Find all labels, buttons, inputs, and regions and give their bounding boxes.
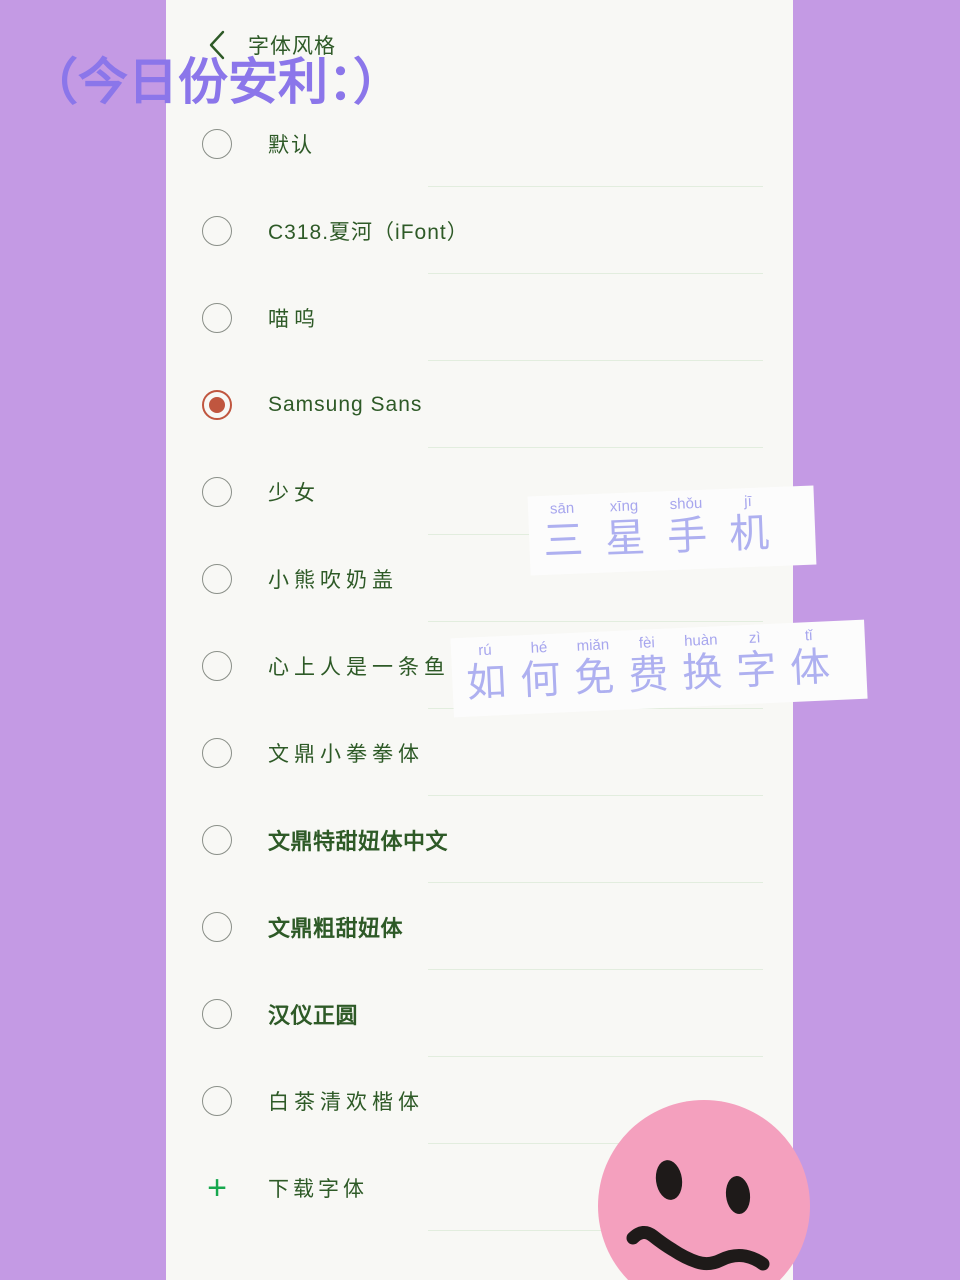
pinyin-cell: miǎn 免	[573, 636, 616, 701]
pinyin-text: zì	[748, 629, 761, 647]
hanzi-text: 三	[542, 517, 585, 564]
font-list-item[interactable]: 汉仪正圆	[166, 970, 793, 1057]
hanzi-text: 机	[728, 510, 771, 557]
font-list-item-label: 文鼎粗甜妞体	[268, 915, 404, 941]
font-list-item-label: Samsung Sans	[268, 392, 423, 416]
pinyin-row: sān 三 xīng 星 shǒu 手 jī 机	[542, 492, 792, 564]
pinyin-cell: huàn 换	[680, 631, 724, 696]
pinyin-cell: zì 字	[734, 629, 778, 694]
pinyin-text: sān	[549, 499, 575, 518]
pinyin-text: hé	[530, 639, 548, 657]
radio-unselected-icon[interactable]	[202, 215, 232, 246]
hanzi-text: 费	[627, 652, 670, 698]
font-list-item-label: 汉仪正圆	[268, 1002, 359, 1028]
radio-unselected-icon[interactable]	[202, 911, 232, 942]
font-list-item[interactable]: 文鼎粗甜妞体	[166, 883, 793, 970]
radio-unselected-icon[interactable]	[202, 563, 232, 594]
radio-unselected-icon[interactable]	[202, 302, 232, 333]
font-list-item[interactable]: Samsung Sans	[166, 361, 793, 448]
radio-unselected-icon[interactable]	[202, 1085, 232, 1116]
font-list-item[interactable]: 默认	[166, 100, 793, 187]
pinyin-cell: rú 如	[465, 642, 508, 706]
pinyin-text: jī	[743, 492, 753, 511]
font-list-item-label: 小熊吹奶盖	[268, 568, 398, 592]
font-list-item[interactable]: 喵呜	[166, 274, 793, 361]
radio-unselected-icon[interactable]	[202, 476, 232, 507]
pinyin-text: rú	[477, 641, 493, 660]
font-list-item[interactable]: C318.夏河（iFont）	[166, 187, 793, 274]
pinyin-row: rú 如 hé 何 miǎn 免 fèi 费 huàn 换 zì 字 tǐ 体	[465, 627, 845, 707]
pinyin-cell: shǒu 手	[666, 494, 709, 560]
pinyin-cell: tǐ 体	[788, 627, 831, 691]
pinyin-text: fèi	[638, 634, 656, 652]
radio-unselected-icon[interactable]	[202, 998, 232, 1029]
hanzi-text: 星	[604, 515, 647, 562]
sticker-samsung-phone: sān 三 xīng 星 shǒu 手 jī 机	[527, 485, 817, 575]
hanzi-text: 体	[789, 644, 832, 691]
hanzi-text: 手	[666, 513, 709, 559]
radio-selected-icon[interactable]	[202, 389, 232, 420]
font-list-item-label: 文鼎小拳拳体	[268, 742, 424, 766]
pinyin-text: shǒu	[669, 494, 703, 514]
font-list-item-label: 喵呜	[268, 307, 320, 331]
radio-unselected-icon[interactable]	[202, 737, 232, 768]
font-list-item-label: 白茶清欢楷体	[268, 1090, 424, 1114]
font-list-item-label: C318.夏河（iFont）	[268, 220, 469, 244]
radio-unselected-icon[interactable]	[202, 824, 232, 855]
pinyin-cell: sān 三	[542, 500, 584, 564]
pinyin-text: xīng	[609, 497, 639, 516]
pinyin-cell: fèi 费	[627, 634, 670, 699]
caption-overlay-text: （今日份安利：）	[28, 54, 403, 110]
pinyin-cell: hé 何	[519, 639, 562, 704]
plus-icon[interactable]: +	[202, 1171, 232, 1205]
font-list-item-label: 文鼎特甜妞体中文	[268, 828, 449, 854]
pinyin-cell: xīng 星	[604, 497, 647, 562]
font-list-item-label: 心上人是一条鱼	[268, 655, 450, 679]
hanzi-text: 换	[681, 649, 724, 696]
hanzi-text: 何	[519, 657, 562, 703]
pinyin-text: tǐ	[804, 627, 813, 645]
hanzi-text: 免	[573, 654, 616, 701]
pinyin-text: miǎn	[576, 636, 610, 655]
pinyin-cell: jī 机	[728, 493, 770, 557]
pinyin-text: huàn	[683, 631, 718, 650]
hanzi-text: 字	[735, 647, 778, 693]
font-list-item-label: 少女	[268, 481, 320, 505]
font-list-item-label: 默认	[268, 133, 314, 157]
wavy-mouth-face-sticker	[598, 1100, 810, 1280]
radio-unselected-icon[interactable]	[202, 128, 232, 159]
font-list-item[interactable]: 文鼎小拳拳体	[166, 709, 793, 796]
radio-unselected-icon[interactable]	[202, 650, 232, 681]
font-list-item[interactable]: 文鼎特甜妞体中文	[166, 796, 793, 883]
download-font-label: 下载字体	[268, 1177, 368, 1201]
hanzi-text: 如	[465, 659, 508, 706]
